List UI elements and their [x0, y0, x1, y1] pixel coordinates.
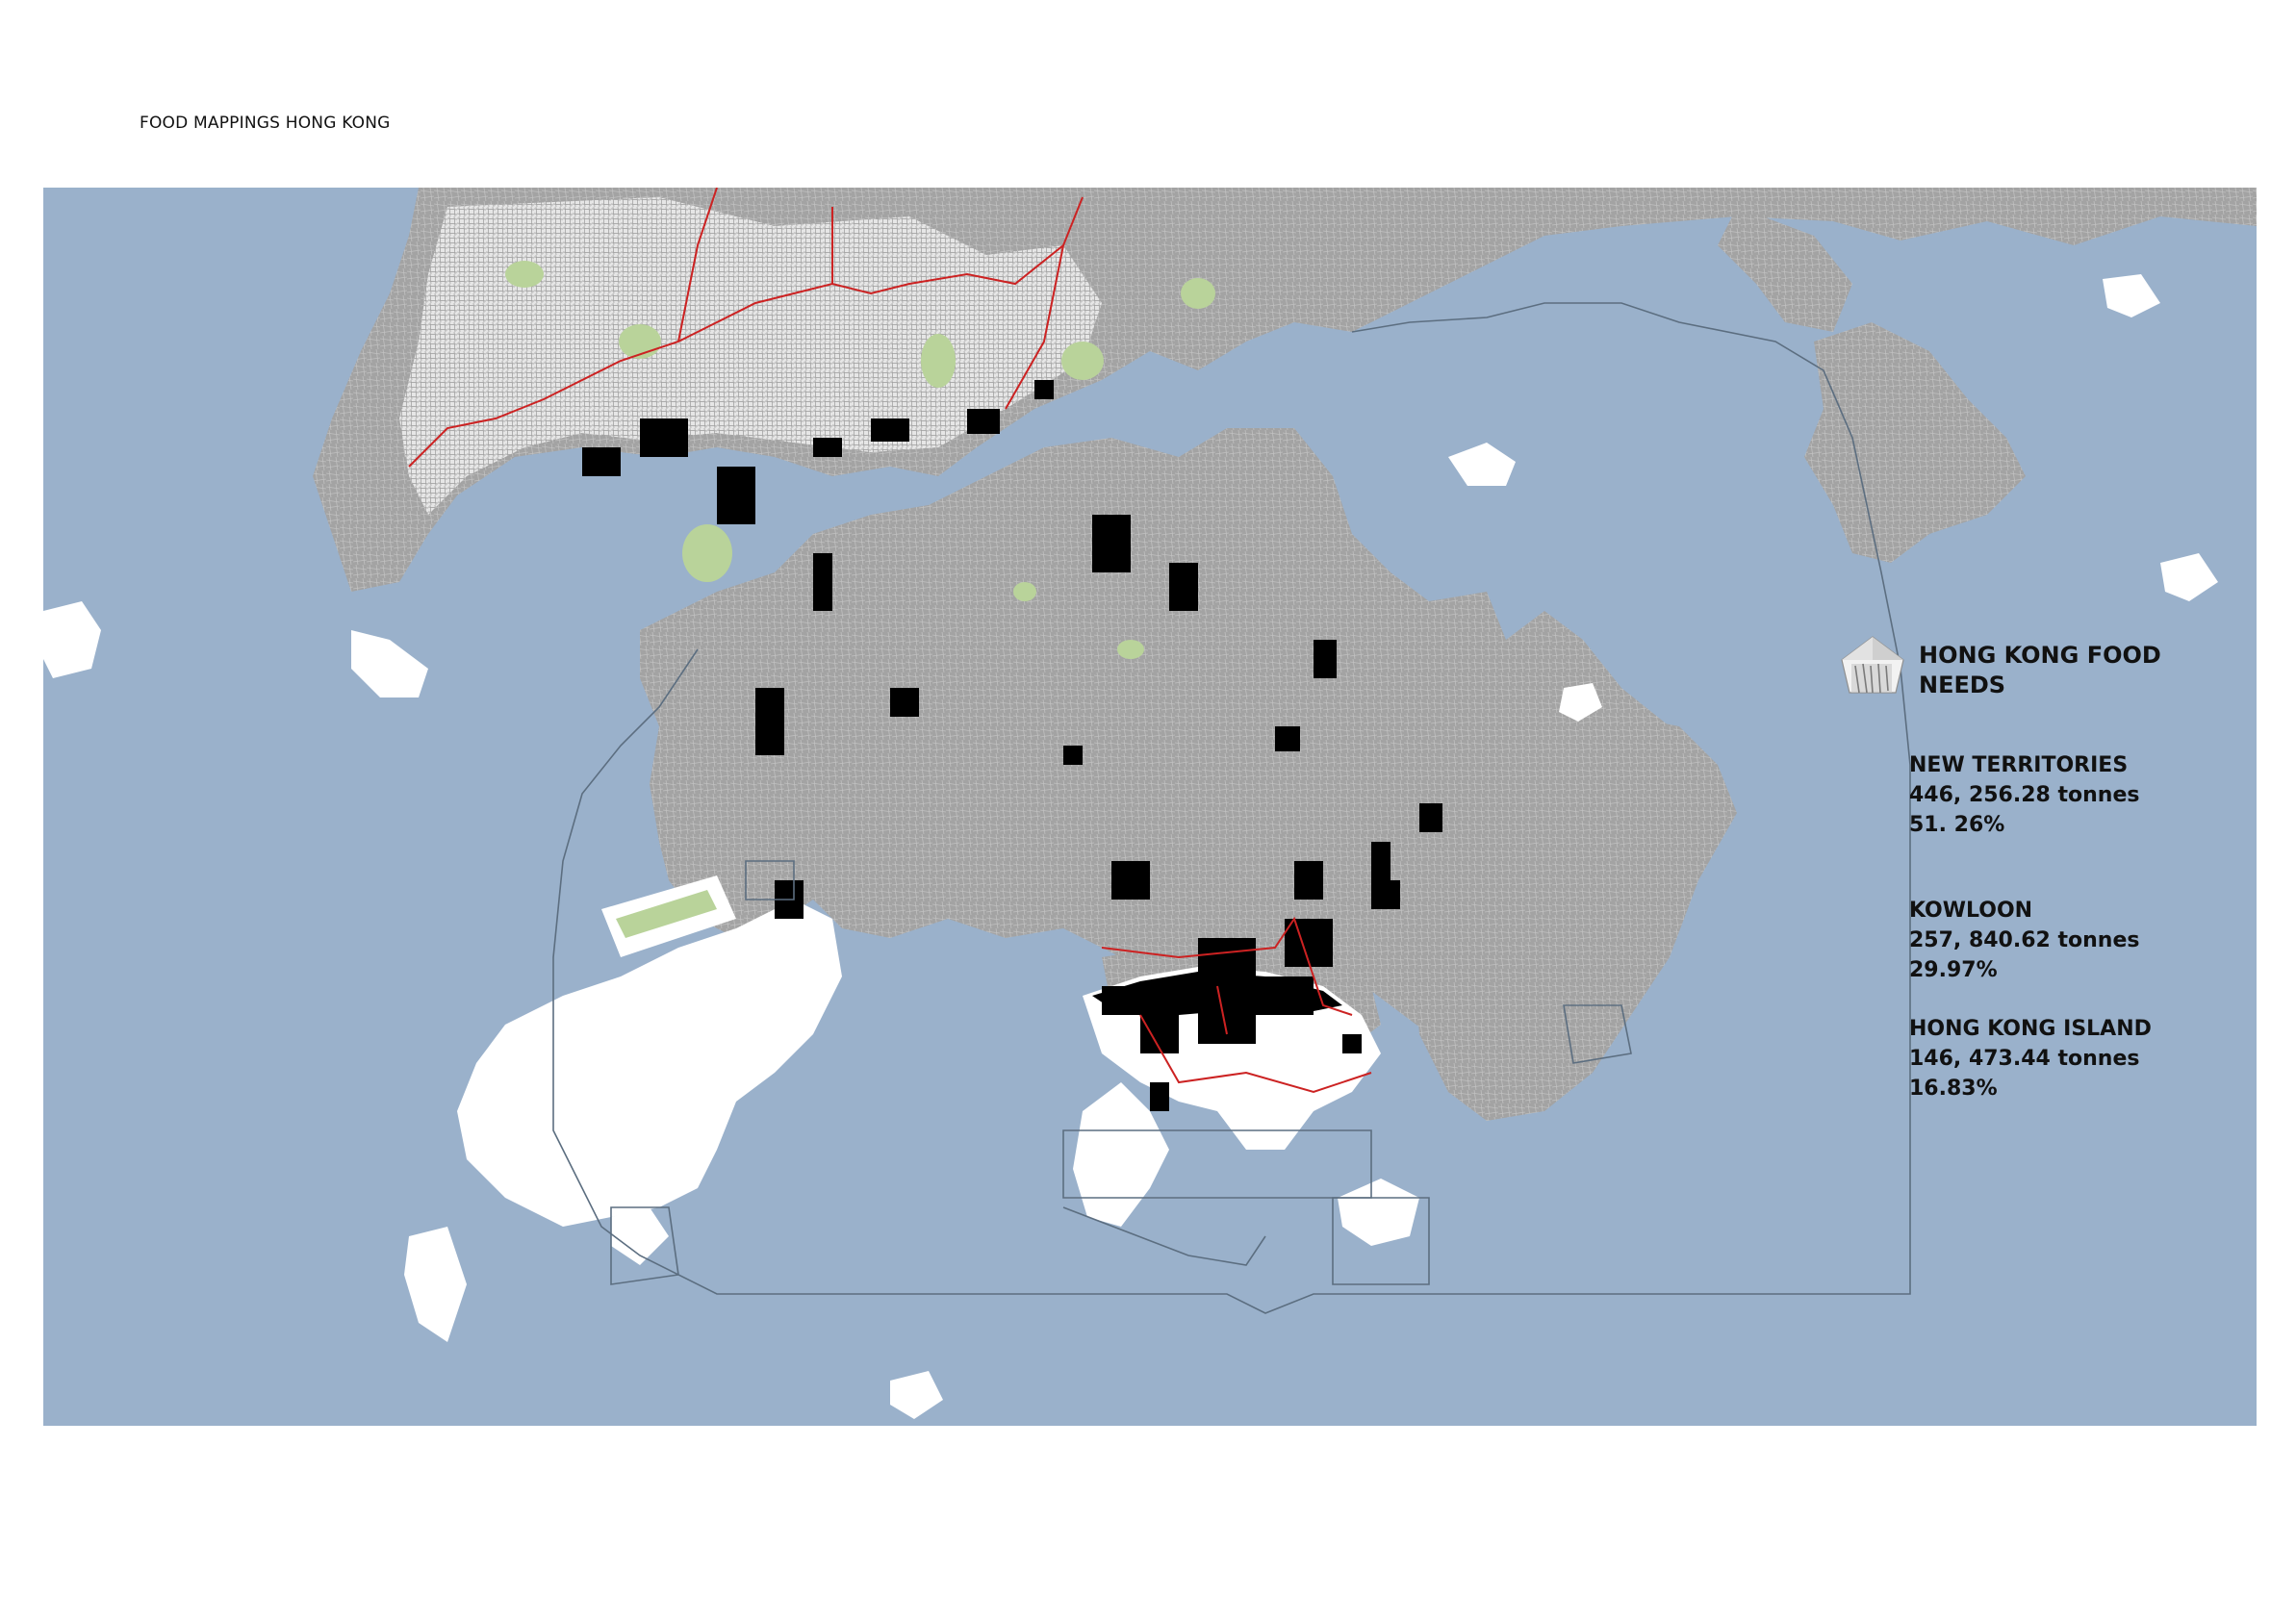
crystal-gem-icon [1841, 636, 1904, 694]
region-tonnes: 146, 473.44 tonnes [1909, 1047, 2140, 1071]
region-tonnes: 257, 840.62 tonnes [1909, 928, 2140, 952]
region-name: KOWLOON [1909, 899, 2033, 923]
legend-region-new-territories: NEW TERRITORIES 446, 256.28 tonnes 51. 2… [1909, 750, 2225, 840]
legend-region-kowloon: KOWLOON 257, 840.62 tonnes 29.97% [1909, 896, 2225, 985]
region-percent: 16.83% [1909, 1077, 1998, 1101]
legend-title: HONG KONG FOOD NEEDS [1919, 642, 2161, 698]
food-needs-legend: HONG KONG FOOD NEEDS NEW TERRITORIES 446… [1840, 635, 2225, 1103]
region-tonnes: 446, 256.28 tonnes [1909, 783, 2140, 807]
region-name: NEW TERRITORIES [1909, 753, 2129, 777]
legend-region-hong-kong-island: HONG KONG ISLAND 146, 473.44 tonnes 16.8… [1909, 1014, 2225, 1103]
region-name: HONG KONG ISLAND [1909, 1017, 2152, 1041]
region-percent: 29.97% [1909, 958, 1998, 982]
page-title: FOOD MAPPINGS HONG KONG [140, 114, 391, 133]
region-percent: 51. 26% [1909, 813, 2005, 837]
